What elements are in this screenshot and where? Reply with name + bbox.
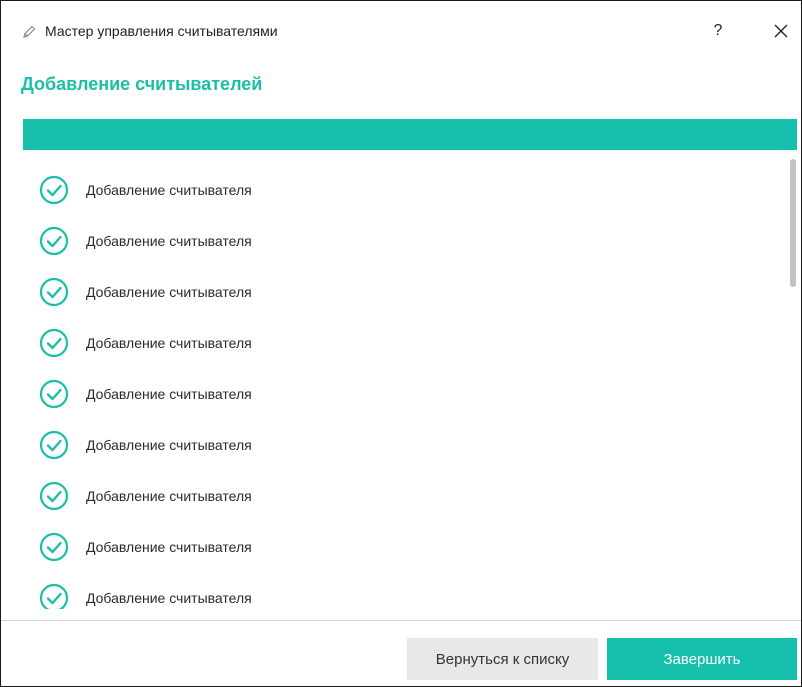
step-item: Добавление считывателя [39, 379, 252, 409]
check-circle-icon [39, 379, 69, 409]
step-item: Добавление считывателя [39, 532, 252, 562]
check-circle-icon [39, 481, 69, 511]
check-circle-icon [39, 532, 69, 562]
page-heading: Добавление считывателей [21, 74, 263, 94]
step-label: Добавление считывателя [86, 437, 252, 453]
finish-button[interactable]: Завершить [607, 638, 797, 680]
step-item: Добавление считывателя [39, 583, 252, 609]
step-item: Добавление считывателя [39, 226, 252, 256]
scrollbar-thumb[interactable] [790, 159, 796, 287]
check-circle-icon [39, 175, 69, 205]
title-bar: Мастер управления считывателями ? [1, 1, 801, 61]
step-label: Добавление считывателя [86, 488, 252, 504]
step-item: Добавление считывателя [39, 481, 252, 511]
check-circle-icon [39, 328, 69, 358]
help-button[interactable]: ? [707, 19, 729, 43]
step-label: Добавление считывателя [86, 539, 252, 555]
close-icon[interactable] [771, 21, 791, 41]
check-circle-icon [39, 430, 69, 460]
footer-divider [1, 620, 801, 621]
step-label: Добавление считывателя [86, 335, 252, 351]
check-circle-icon [39, 583, 69, 609]
window-title: Мастер управления считывателями [45, 23, 278, 39]
step-label: Добавление считывателя [86, 182, 252, 198]
step-label: Добавление считывателя [86, 284, 252, 300]
step-item: Добавление считывателя [39, 430, 252, 460]
step-label: Добавление считывателя [86, 590, 252, 606]
check-circle-icon [39, 226, 69, 256]
progress-bar-fill [23, 119, 797, 150]
check-circle-icon [39, 277, 69, 307]
wizard-dialog: Мастер управления считывателями ? Добавл… [0, 0, 802, 687]
step-label: Добавление считывателя [86, 386, 252, 402]
steps-list[interactable]: Добавление считывателя Добавление считыва… [23, 154, 797, 609]
step-item: Добавление считывателя [39, 277, 252, 307]
step-item: Добавление считывателя [39, 175, 252, 205]
step-item: Добавление считывателя [39, 328, 252, 358]
progress-bar [23, 119, 797, 150]
back-to-list-button[interactable]: Вернуться к списку [407, 638, 598, 680]
step-label: Добавление считывателя [86, 233, 252, 249]
pencil-icon [23, 25, 36, 38]
